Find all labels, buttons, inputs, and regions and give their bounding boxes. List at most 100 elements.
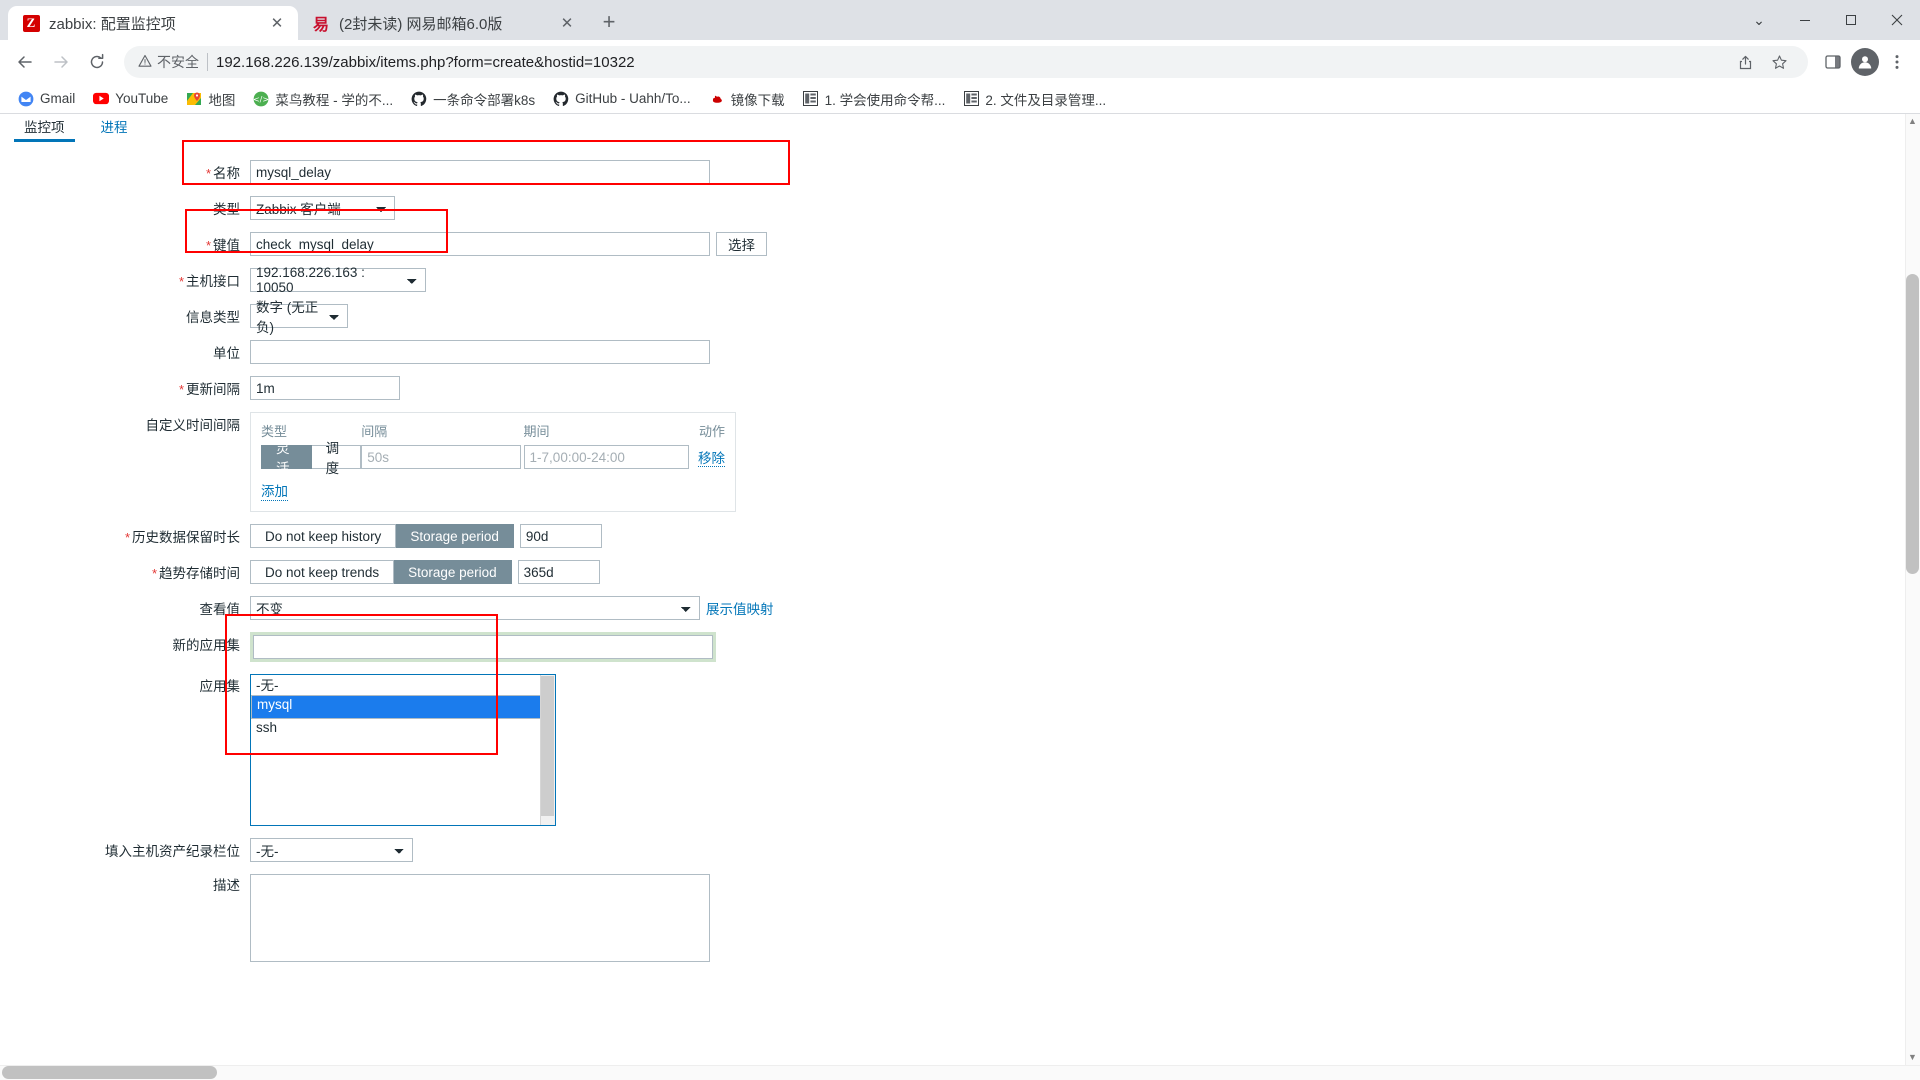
zabbix-form-tabs: 监控项 进程 (0, 114, 1920, 140)
interval-remove-link[interactable]: 移除 (698, 451, 725, 467)
minimize-icon[interactable] (1782, 0, 1828, 40)
key-select-button[interactable]: 选择 (716, 232, 767, 256)
bookmark-github-todo[interactable]: GitHub - Uahh/To... (545, 88, 699, 110)
interval-period-input[interactable] (524, 445, 689, 469)
page-vertical-scrollbar[interactable]: ▲ ▼ (1905, 114, 1920, 1080)
bookmark-runoob[interactable]: </> 菜鸟教程 - 学的不... (245, 86, 401, 112)
profile-avatar-icon[interactable] (1850, 47, 1880, 77)
github-icon (411, 91, 427, 107)
update-interval-input[interactable] (250, 376, 400, 400)
label-type: 类型 (0, 196, 250, 219)
label-host-interface: *主机接口 (0, 268, 250, 291)
listbox-scroll-thumb[interactable] (541, 676, 554, 816)
maximize-icon[interactable] (1828, 0, 1874, 40)
bookmark-k8s-deploy[interactable]: 一条命令部署k8s (403, 86, 543, 112)
trends-storage-period[interactable]: Storage period (394, 560, 512, 584)
trends-value-input[interactable] (518, 560, 600, 584)
field-row-key: *键值 选择 (0, 232, 1920, 256)
required-marker: * (179, 382, 184, 397)
chevron-down-icon[interactable]: ⌄ (1736, 0, 1782, 40)
close-icon[interactable]: ✕ (266, 12, 288, 34)
type-select-value: Zabbix 客户端 (256, 198, 341, 218)
type-select[interactable]: Zabbix 客户端 (250, 196, 395, 220)
page-hscroll-thumb[interactable] (2, 1066, 217, 1079)
svg-text:</>: </> (253, 95, 269, 104)
security-status[interactable]: 不安全 (138, 52, 199, 72)
history-storage-period[interactable]: Storage period (396, 524, 514, 548)
application-option-none[interactable]: -无- (251, 677, 555, 695)
bookmark-label: 地图 (208, 89, 235, 109)
trends-do-not-keep[interactable]: Do not keep trends (250, 560, 394, 584)
field-row-host-interface: *主机接口 192.168.226.163 : 10050 (0, 268, 1920, 292)
omnibox-divider (207, 53, 208, 71)
header-action: 动作 (691, 421, 725, 440)
host-interface-select[interactable]: 192.168.226.163 : 10050 (250, 268, 426, 292)
bookmark-doc-1[interactable]: 1. 学会使用命令帮... (795, 86, 954, 112)
show-value-mappings-link[interactable]: 展示值映射 (706, 598, 774, 618)
item-config-form: *名称 类型 Zabbix 客户端 (0, 140, 1920, 962)
reload-icon[interactable] (80, 45, 114, 79)
bookmark-label: Gmail (40, 91, 75, 106)
field-row-name: *名称 (0, 160, 1920, 184)
browser-tab-netease[interactable]: 易 (2封未读) 网易邮箱6.0版 ✕ (298, 6, 588, 40)
bookmark-maps[interactable]: 地图 (178, 86, 243, 112)
page-horizontal-scrollbar[interactable] (0, 1065, 1920, 1080)
maps-icon (186, 91, 202, 107)
required-marker: * (152, 566, 157, 581)
page-scroll-thumb[interactable] (1906, 274, 1919, 574)
interval-value-input[interactable] (361, 445, 521, 469)
tab-process[interactable]: 进程 (91, 114, 138, 142)
interval-type-flexible[interactable]: 灵活 (261, 445, 312, 469)
new-tab-button[interactable]: + (594, 7, 624, 37)
inventory-field-select[interactable]: -无- (250, 838, 413, 862)
side-panel-icon[interactable] (1818, 47, 1848, 77)
redhat-icon (709, 91, 725, 107)
history-toggle: Do not keep history Storage period (250, 524, 514, 548)
listbox-scrollbar[interactable] (540, 675, 555, 825)
field-row-applications: 应用集 -无- mysql ssh (0, 674, 1920, 826)
interval-add-link[interactable]: 添加 (261, 480, 288, 501)
tab-strip: Z zabbix: 配置监控项 ✕ 易 (2封未读) 网易邮箱6.0版 ✕ + … (0, 0, 1920, 40)
bookmark-mirror-download[interactable]: 镜像下载 (701, 86, 793, 112)
share-icon[interactable] (1730, 47, 1760, 77)
url-text[interactable]: 192.168.226.139/zabbix/items.php?form=cr… (216, 54, 1722, 71)
label-value-type: 信息类型 (0, 304, 250, 327)
bookmark-doc-2[interactable]: 2. 文件及目录管理... (955, 86, 1114, 112)
required-marker: * (125, 530, 130, 545)
browser-tab-zabbix[interactable]: Z zabbix: 配置监控项 ✕ (8, 6, 298, 40)
label-applications: 应用集 (0, 674, 250, 696)
close-window-icon[interactable] (1874, 0, 1920, 40)
key-input[interactable] (250, 232, 710, 256)
forward-icon[interactable] (44, 45, 78, 79)
trends-toggle: Do not keep trends Storage period (250, 560, 512, 584)
value-map-select[interactable]: 不变 (250, 596, 700, 620)
scroll-down-arrow[interactable]: ▼ (1907, 1052, 1918, 1062)
application-option-mysql[interactable]: mysql (251, 695, 555, 719)
history-do-not-keep[interactable]: Do not keep history (250, 524, 396, 548)
scroll-up-arrow[interactable]: ▲ (1907, 116, 1918, 126)
bookmarks-bar: Gmail YouTube 地图 </> 菜鸟教程 - 学的不... 一条命令部… (0, 84, 1920, 114)
history-value-input[interactable] (520, 524, 602, 548)
tab-item[interactable]: 监控项 (14, 114, 75, 142)
label-name: *名称 (0, 160, 250, 183)
application-option-ssh[interactable]: ssh (251, 719, 555, 737)
label-trends: *趋势存储时间 (0, 560, 250, 583)
address-bar[interactable]: 不安全 192.168.226.139/zabbix/items.php?for… (124, 46, 1808, 78)
bookmark-gmail[interactable]: Gmail (10, 88, 83, 110)
back-icon[interactable] (8, 45, 42, 79)
units-input[interactable] (250, 340, 710, 364)
description-textarea[interactable] (250, 874, 710, 962)
close-icon[interactable]: ✕ (556, 12, 578, 34)
bookmark-label: 一条命令部署k8s (433, 89, 535, 109)
interval-type-scheduling[interactable]: 调度 (312, 445, 362, 469)
value-type-select[interactable]: 数字 (无正负) (250, 304, 348, 328)
bookmark-star-icon[interactable] (1764, 47, 1794, 77)
label-update-interval: *更新间隔 (0, 376, 250, 399)
kebab-menu-icon[interactable] (1882, 47, 1912, 77)
new-application-input[interactable] (253, 635, 713, 659)
label-description: 描述 (0, 874, 250, 895)
applications-listbox[interactable]: -无- mysql ssh (250, 674, 556, 826)
bookmark-youtube[interactable]: YouTube (85, 88, 176, 110)
required-marker: * (206, 238, 211, 253)
name-input[interactable] (250, 160, 710, 184)
